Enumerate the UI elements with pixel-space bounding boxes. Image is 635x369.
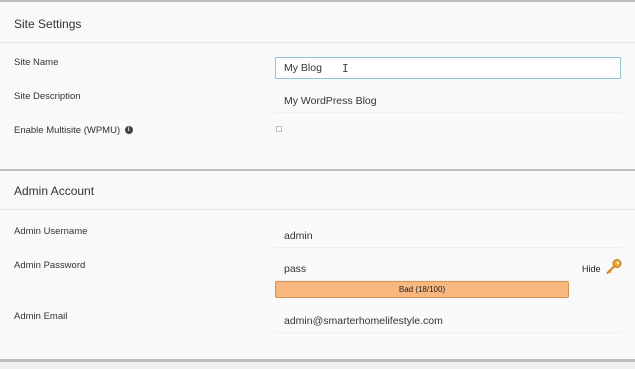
multisite-label-text: Enable Multisite (WPMU) — [14, 125, 121, 136]
site-settings-section: Site Settings — [0, 0, 635, 170]
site-settings-title: Site Settings — [14, 17, 82, 31]
hide-password-button[interactable]: Hide — [582, 264, 601, 274]
admin-email-label: Admin Email — [14, 311, 68, 322]
password-strength-meter: Bad (18/100) — [275, 281, 569, 298]
admin-username-label: Admin Username — [14, 226, 88, 237]
site-settings-title-divider — [0, 42, 635, 43]
admin-username-input[interactable]: admin — [275, 226, 621, 248]
admin-account-title: Admin Account — [14, 184, 95, 198]
admin-account-title-divider — [0, 209, 635, 210]
next-section-edge — [0, 362, 635, 369]
multisite-checkbox[interactable] — [276, 126, 282, 132]
text-cursor-icon: I — [342, 62, 349, 75]
site-name-input[interactable]: My Blog — [275, 57, 621, 79]
multisite-label: Enable Multisite (WPMU) i — [14, 125, 133, 136]
admin-password-input[interactable]: pass — [275, 259, 571, 281]
admin-email-input[interactable]: admin@smarterhomelifestyle.com — [275, 311, 621, 333]
site-description-label: Site Description — [14, 91, 81, 102]
key-icon[interactable] — [605, 258, 623, 276]
admin-password-label: Admin Password — [14, 260, 86, 271]
site-name-label: Site Name — [14, 57, 59, 68]
site-description-input[interactable]: My WordPress Blog — [275, 91, 621, 113]
info-icon[interactable]: i — [124, 126, 133, 135]
